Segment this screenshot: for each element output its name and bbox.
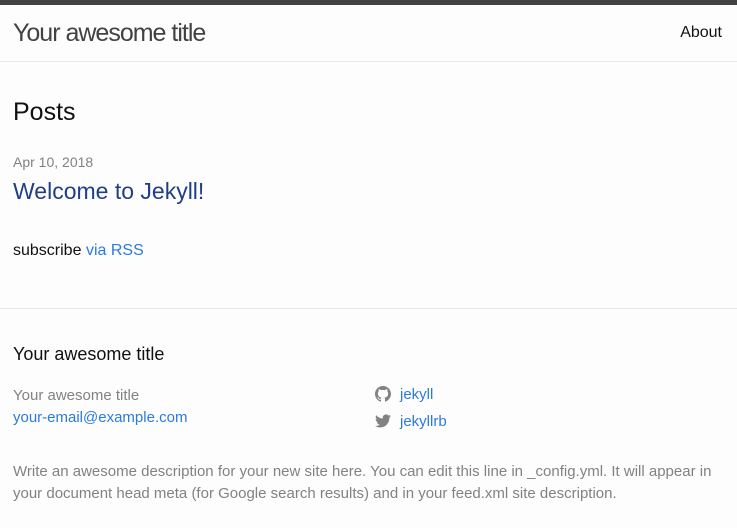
twitter-link[interactable]: jekyllrb [375,410,447,432]
nav-link-about[interactable]: About [680,24,722,42]
post-title-link[interactable]: Welcome to Jekyll! [13,178,204,205]
footer-email-link[interactable]: your-email@example.com [13,407,187,429]
github-username: jekyll [400,385,434,403]
site-description: Write an awesome description for your ne… [13,463,712,502]
page: Your awesome title About Posts Apr 10, 2… [0,0,737,528]
site-title-link[interactable]: Your awesome title [13,19,206,48]
footer-name: Your awesome title [13,387,140,404]
rss-prefix: subscribe [13,242,82,259]
github-link[interactable]: jekyll [375,383,447,405]
page-heading: Posts [13,98,76,126]
footer-heading: Your awesome title [13,344,165,364]
rss-subscribe: subscribe via RSS [13,242,144,260]
rss-link[interactable]: via RSS [86,242,144,259]
site-footer: Your awesome title Your awesome title yo… [0,308,737,528]
twitter-username: jekyllrb [400,412,447,430]
footer-contact: Your awesome title your-email@example.co… [13,385,187,429]
footer-social: jekyll jekyllrb [375,383,447,437]
github-icon [375,386,391,402]
site-header: Your awesome title About [0,0,737,62]
twitter-icon [375,413,391,429]
post-date: Apr 10, 2018 [13,154,94,170]
